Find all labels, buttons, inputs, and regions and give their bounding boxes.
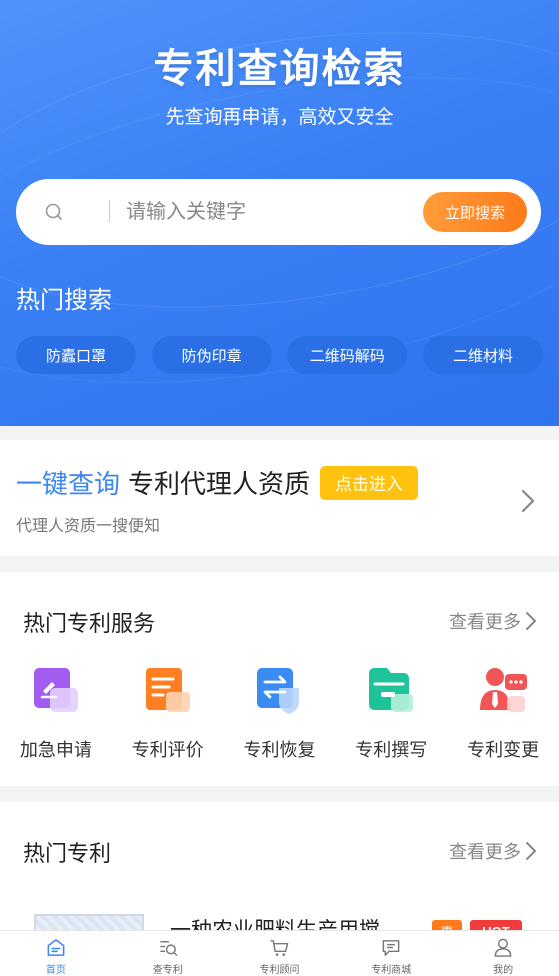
service-label: 专利变更: [467, 740, 540, 760]
patent-change-icon: [480, 668, 528, 712]
hot-search-tag[interactable]: 防蠹口罩: [16, 336, 136, 374]
tab-label: 查专利: [152, 965, 183, 976]
service-label: 加急申请: [19, 740, 92, 760]
services-title: 热门专利服务: [23, 611, 156, 636]
bottom-tab-bar: 首页 查专利 专利顾问 专利商城 我的: [0, 930, 559, 976]
service-item-patent-restore[interactable]: 专利恢复: [224, 664, 336, 762]
user-icon: [494, 938, 512, 957]
hot-search-tags: 防蠹口罩 防伪印章 二维码解码 二维材料: [16, 336, 543, 374]
search-bar[interactable]: 立即搜索: [16, 179, 541, 245]
enter-button[interactable]: 点击进入: [320, 465, 419, 500]
hot-search-tag[interactable]: 二维材料: [422, 336, 543, 374]
hero-banner: 专利查询检索 先查询再申请，高效又安全 立即搜索 热门搜索 防蠹口罩 防伪印章 …: [0, 0, 559, 426]
chevron-right-icon[interactable]: [520, 488, 536, 514]
service-label: 专利评价: [131, 740, 204, 760]
hot-search-tag[interactable]: 二维码解码: [287, 336, 408, 374]
services-grid: 加急申请 专利评价 专利恢复 专利撰写 专利变更: [0, 664, 559, 762]
page-subtitle: 先查询再申请，高效又安全: [165, 107, 394, 128]
tab-label: 专利商城: [371, 965, 412, 976]
patent-search-icon: [160, 941, 177, 956]
service-item-urgent-apply[interactable]: 加急申请: [0, 664, 112, 762]
tab-label: 我的: [493, 965, 514, 976]
cart-icon: [270, 940, 289, 956]
patent-evaluation-icon: [145, 668, 190, 712]
tab-label: 首页: [45, 965, 66, 976]
tab-profile[interactable]: 我的: [447, 931, 559, 976]
service-item-patent-change[interactable]: 专利变更: [447, 664, 559, 762]
search-divider: [109, 200, 110, 222]
search-icon: [45, 203, 62, 220]
chevron-right-icon: [526, 842, 536, 860]
hot-services-card: 热门专利服务 查看更多 加急申请 专利评价 专利恢复 专利撰写 专利变更: [0, 572, 559, 786]
urgent-apply-icon: [33, 668, 78, 712]
tab-patent-advisor[interactable]: 专利顾问: [224, 931, 336, 976]
patents-title: 热门专利: [23, 841, 112, 866]
query-highlight: 一键查询: [16, 469, 121, 499]
patents-more-link[interactable]: 查看更多: [449, 838, 537, 864]
page-title: 专利查询检索: [153, 47, 406, 91]
tab-patent-search[interactable]: 查专利: [112, 931, 224, 976]
message-icon: [382, 940, 400, 956]
patent-restore-icon: [257, 668, 300, 714]
hot-search-title: 热门搜索: [16, 287, 112, 314]
search-button[interactable]: 立即搜索: [423, 192, 527, 232]
home-icon: [47, 939, 65, 956]
service-item-patent-writing[interactable]: 专利撰写: [335, 664, 447, 762]
agent-query-heading: 一键查询 专利代理人资质 点击进入: [16, 464, 419, 501]
chevron-right-icon: [526, 612, 536, 630]
tab-home[interactable]: 首页: [0, 931, 112, 976]
more-label: 查看更多: [449, 842, 521, 862]
hot-search-tag[interactable]: 防伪印章: [151, 336, 272, 374]
patent-writing-icon: [369, 668, 414, 712]
service-label: 专利撰写: [355, 740, 428, 760]
service-label: 专利恢复: [243, 740, 316, 760]
more-label: 查看更多: [449, 612, 521, 632]
agent-query-card[interactable]: 一键查询 专利代理人资质 点击进入 代理人资质一搜便知: [0, 440, 559, 556]
tab-patent-mall[interactable]: 专利商城: [335, 931, 447, 976]
search-input[interactable]: [126, 191, 406, 233]
service-item-patent-evaluation[interactable]: 专利评价: [112, 664, 224, 762]
query-title: 专利代理人资质: [128, 469, 311, 499]
tab-label: 专利顾问: [259, 965, 300, 976]
query-subtitle: 代理人资质一搜便知: [16, 518, 161, 535]
services-more-link[interactable]: 查看更多: [449, 608, 537, 634]
